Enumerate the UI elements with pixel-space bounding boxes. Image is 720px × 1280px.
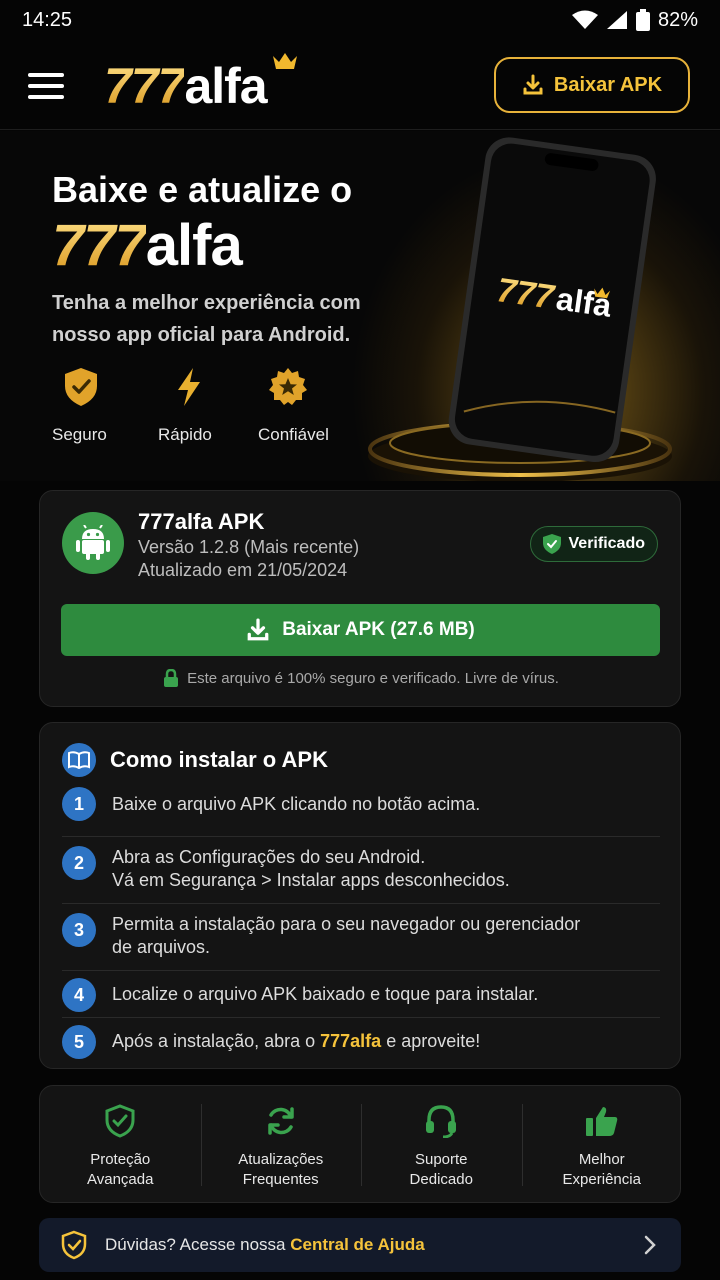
install-step: 4 Localize o arquivo APK baixado e toque…	[62, 971, 660, 1018]
battery-icon	[635, 9, 650, 31]
thumbs-up-icon	[585, 1107, 617, 1136]
wifi-icon	[571, 10, 598, 29]
install-header: Como instalar o APK	[62, 743, 328, 777]
benefits-card: Proteção Avançada Atualizações Frequentes …	[39, 1085, 681, 1203]
hero-section: Baixe e atualize o 777alfa Tenha a melho…	[0, 131, 720, 481]
help-center-link[interactable]: Central de Ajuda	[290, 1235, 424, 1254]
status-bar: 14:25 82%	[0, 0, 720, 40]
signal-icon	[606, 11, 627, 29]
benefit-support: Suporte Dedicado	[361, 1086, 522, 1204]
benefit-protection: Proteção Avançada	[40, 1086, 201, 1204]
top-navigation-bar: 777alfa Baixar APK	[0, 40, 720, 130]
header-download-button[interactable]: Baixar APK	[494, 57, 690, 113]
hero-subtitle: Tenha a melhor experiência com nosso app…	[52, 292, 361, 346]
refresh-icon	[268, 1107, 294, 1135]
shield-check-icon	[65, 368, 97, 406]
shield-check-icon	[105, 1104, 135, 1138]
app-name: 777alfa APK	[138, 509, 265, 534]
feature-reliable: Confiável	[258, 367, 364, 445]
benefit-updates: Atualizações Frequentes	[200, 1086, 362, 1204]
benefit-experience: Melhor Experiência	[521, 1086, 683, 1204]
safety-note: Este arquivo é 100% seguro e verificado.…	[40, 669, 682, 687]
feature-secure: Seguro	[52, 367, 158, 445]
install-step: 2 Abra as Configurações do seu Android. V…	[62, 837, 660, 904]
install-step: 1 Baixe o arquivo APK clicando no botão …	[62, 787, 660, 837]
hero-features: Seguro Rápido Confiável	[52, 367, 364, 445]
feature-fast: Rápido	[158, 367, 258, 445]
shield-check-icon	[542, 534, 561, 554]
help-center-banner[interactable]: Dúvidas? Acesse nossa Central de Ajuda	[39, 1218, 681, 1272]
lock-icon	[164, 669, 179, 687]
android-app-icon	[62, 512, 124, 574]
app-version: Versão 1.2.8 (Mais recente)	[138, 537, 360, 557]
brand-logo[interactable]: 777alfa	[104, 53, 297, 114]
status-icons: 82%	[571, 8, 698, 32]
status-time: 14:25	[22, 8, 73, 31]
verified-badge: Verificado	[529, 526, 658, 562]
install-step: 5 Após a instalação, abra o 777alfa e ap…	[62, 1018, 660, 1068]
help-text: Dúvidas? Acesse nossa Central de Ajuda	[105, 1235, 425, 1254]
headset-icon	[426, 1105, 457, 1138]
install-steps: 1 Baixe o arquivo APK clicando no botão …	[62, 787, 660, 1068]
book-icon	[62, 743, 96, 777]
download-icon	[247, 618, 269, 641]
hero-title: Baixe e atualize o	[52, 169, 353, 210]
install-step: 3 Permita a instalação para o seu navega…	[62, 904, 660, 971]
android-icon	[76, 525, 110, 560]
hero-brand: 777alfa	[52, 213, 243, 278]
app-updated-date: Atualizado em 21/05/2024	[138, 560, 348, 580]
install-title: Como instalar o APK	[110, 747, 328, 772]
install-instructions-card: Como instalar o APK 1 Baixe o arquivo AP…	[39, 722, 681, 1069]
shield-check-icon	[61, 1230, 87, 1260]
hamburger-menu-icon[interactable]	[28, 73, 64, 99]
app-info-card: 777alfa APK Versão 1.2.8 (Mais recente) …	[39, 490, 681, 707]
phone-logo-word: alfa	[554, 280, 614, 323]
phone-mockup-illustration: 777 alfa	[368, 137, 672, 481]
battery-level: 82%	[657, 8, 698, 31]
chevron-right-icon	[644, 1235, 656, 1255]
lightning-icon	[178, 368, 200, 406]
star-badge-icon	[269, 368, 307, 405]
download-apk-button[interactable]: Baixar APK (27.6 MB)	[61, 604, 660, 656]
crown-icon	[273, 53, 297, 69]
download-icon	[523, 74, 543, 95]
phone-logo-number: 777	[494, 271, 558, 317]
